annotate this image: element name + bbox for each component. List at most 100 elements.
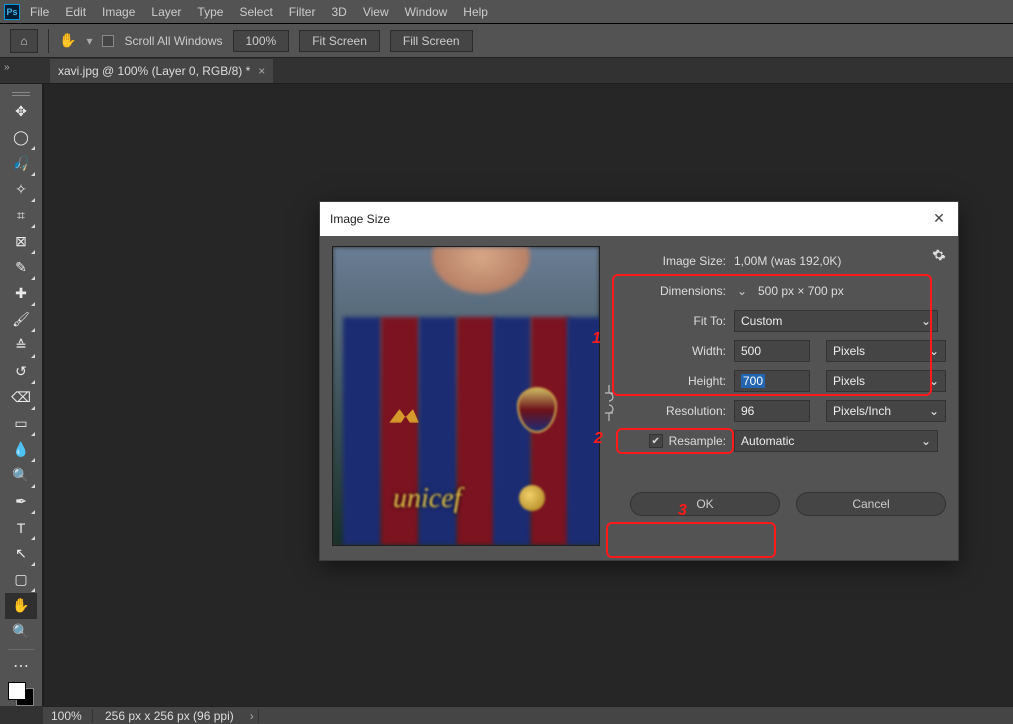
tool-crop[interactable]: ⌗	[5, 203, 37, 229]
rectangle-icon: ▢	[14, 571, 27, 588]
resample-checkbox[interactable]: ✔	[649, 434, 663, 448]
menu-edit[interactable]: Edit	[57, 1, 94, 23]
constrain-proportions-icon[interactable]	[602, 374, 616, 432]
chevron-down-icon: ⌄	[921, 314, 931, 328]
image-size-label: Image Size:	[618, 254, 726, 268]
tab-xavi[interactable]: xavi.jpg @ 100% (Layer 0, RGB/8) * ×	[50, 59, 273, 83]
chevron-down-icon: ⌄	[929, 374, 939, 388]
fit-screen-button[interactable]: Fit Screen	[299, 30, 380, 52]
menu-type[interactable]: Type	[189, 1, 231, 23]
menu-window[interactable]: Window	[397, 1, 456, 23]
zoom-level-field[interactable]: 100%	[233, 30, 290, 52]
clone-stamp-icon: ≙	[15, 337, 27, 354]
menu-help[interactable]: Help	[455, 1, 496, 23]
tool-type[interactable]: T	[5, 515, 37, 541]
healing-brush-icon: ✚	[15, 285, 27, 302]
chevron-down-icon: ⌄	[929, 404, 939, 418]
ok-button[interactable]: OK	[630, 492, 780, 516]
canvas-area[interactable]: Image Size ✕	[43, 84, 1013, 706]
menu-file[interactable]: File	[22, 1, 57, 23]
height-unit-select[interactable]: Pixels⌄	[826, 370, 946, 392]
gear-icon[interactable]	[932, 248, 946, 262]
tool-history-brush[interactable]: ↺	[5, 359, 37, 385]
menu-image[interactable]: Image	[94, 1, 143, 23]
hand-tool-icon: ✋	[59, 32, 76, 49]
tool-healing-brush[interactable]: ✚	[5, 281, 37, 307]
fill-screen-button[interactable]: Fill Screen	[390, 30, 473, 52]
status-zoom[interactable]: 100%	[43, 709, 93, 723]
home-icon: ⌂	[20, 34, 27, 48]
scroll-all-windows-checkbox[interactable]	[102, 35, 114, 47]
tool-pen[interactable]: ✒	[5, 489, 37, 515]
chevron-down-icon[interactable]: ⌄	[734, 284, 750, 298]
document-tabs: » xavi.jpg @ 100% (Layer 0, RGB/8) * ×	[0, 58, 1013, 84]
dialog-titlebar[interactable]: Image Size ✕	[320, 202, 958, 236]
width-label: Width:	[618, 344, 726, 358]
menu-filter[interactable]: Filter	[281, 1, 324, 23]
image-size-dialog: Image Size ✕	[319, 201, 959, 561]
resolution-unit-select[interactable]: Pixels/Inch⌄	[826, 400, 946, 422]
tool-marquee[interactable]: ◯	[5, 125, 37, 151]
tool-zoom[interactable]: 🔍	[5, 619, 37, 645]
resolution-input[interactable]	[734, 400, 810, 422]
menu-3d[interactable]: 3D	[323, 1, 354, 23]
dropdown-icon[interactable]: ▾	[86, 34, 92, 48]
height-label: Height:	[618, 374, 726, 388]
home-button[interactable]: ⌂	[10, 29, 38, 53]
path-selection-icon: ↖	[15, 545, 27, 562]
close-icon[interactable]: ×	[258, 64, 265, 78]
width-unit-select[interactable]: Pixels⌄	[826, 340, 946, 362]
tool-eraser[interactable]: ⌫	[5, 385, 37, 411]
dodge-icon: 🔍	[12, 467, 29, 484]
edit-toolbar-button[interactable]: ⋯	[5, 654, 37, 678]
lasso-icon: 🎣	[12, 155, 29, 172]
workspace: ✥ ◯ 🎣 ✧ ⌗ ⊠ ✎ ✚ 🖌 ≙ ↺ ⌫ ▭ 💧 🔍 ✒ T ↖ ▢ ✋ 🔍 ⋯ Image Size ✕	[0, 84, 1013, 706]
toolbar: ✥ ◯ 🎣 ✧ ⌗ ⊠ ✎ ✚ 🖌 ≙ ↺ ⌫ ▭ 💧 🔍 ✒ T ↖ ▢ ✋ 🔍 ⋯	[0, 84, 43, 706]
crop-icon: ⌗	[17, 207, 25, 224]
chevron-right-icon[interactable]: ›	[246, 709, 259, 723]
cancel-button[interactable]: Cancel	[796, 492, 946, 516]
tool-brush[interactable]: 🖌	[5, 307, 37, 333]
menu-view[interactable]: View	[355, 1, 397, 23]
preview-image[interactable]: unicef	[332, 246, 600, 546]
dialog-title: Image Size	[330, 212, 390, 226]
close-button[interactable]: ✕	[930, 210, 948, 228]
height-input[interactable]: 700	[734, 370, 810, 392]
menu-select[interactable]: Select	[231, 1, 280, 23]
app-icon: Ps	[4, 4, 20, 20]
zoom-icon: 🔍	[12, 623, 29, 640]
resample-select[interactable]: Automatic⌄	[734, 430, 938, 452]
tool-lasso[interactable]: 🎣	[5, 151, 37, 177]
tool-frame[interactable]: ⊠	[5, 229, 37, 255]
status-doc-dims: 256 px x 256 px (96 ppi)	[99, 709, 240, 723]
tool-dodge[interactable]: 🔍	[5, 463, 37, 489]
toolbar-grip-icon[interactable]	[12, 92, 30, 96]
marquee-icon: ◯	[13, 129, 29, 146]
gradient-icon: ▭	[14, 415, 27, 432]
tool-blur[interactable]: 💧	[5, 437, 37, 463]
fit-to-select[interactable]: Custom⌄	[734, 310, 938, 332]
width-input[interactable]	[734, 340, 810, 362]
tool-hand[interactable]: ✋	[5, 593, 37, 619]
tool-move[interactable]: ✥	[5, 99, 37, 125]
menu-layer[interactable]: Layer	[143, 1, 189, 23]
pen-icon: ✒	[15, 493, 27, 510]
tool-eyedropper[interactable]: ✎	[5, 255, 37, 281]
dimensions-label: Dimensions:	[618, 284, 726, 298]
panel-expander-icon[interactable]: »	[4, 62, 10, 73]
tool-rectangle[interactable]: ▢	[5, 567, 37, 593]
brush-icon: 🖌	[12, 311, 30, 328]
eraser-icon: ⌫	[11, 389, 31, 406]
blur-icon: 💧	[12, 441, 29, 458]
tool-clone-stamp[interactable]: ≙	[5, 333, 37, 359]
tool-magic-wand[interactable]: ✧	[5, 177, 37, 203]
color-swatches[interactable]	[8, 682, 34, 706]
eyedropper-icon: ✎	[15, 259, 27, 276]
tool-gradient[interactable]: ▭	[5, 411, 37, 437]
hand-icon: ✋	[12, 597, 29, 614]
tool-path-selection[interactable]: ↖	[5, 541, 37, 567]
resample-label: Resample:	[669, 434, 726, 448]
dialog-controls: Image Size: 1,00M (was 192,0K) Dimension…	[600, 246, 946, 546]
menu-bar: Ps FileEditImageLayerTypeSelectFilter3DV…	[0, 0, 1013, 24]
foreground-swatch[interactable]	[8, 682, 26, 700]
